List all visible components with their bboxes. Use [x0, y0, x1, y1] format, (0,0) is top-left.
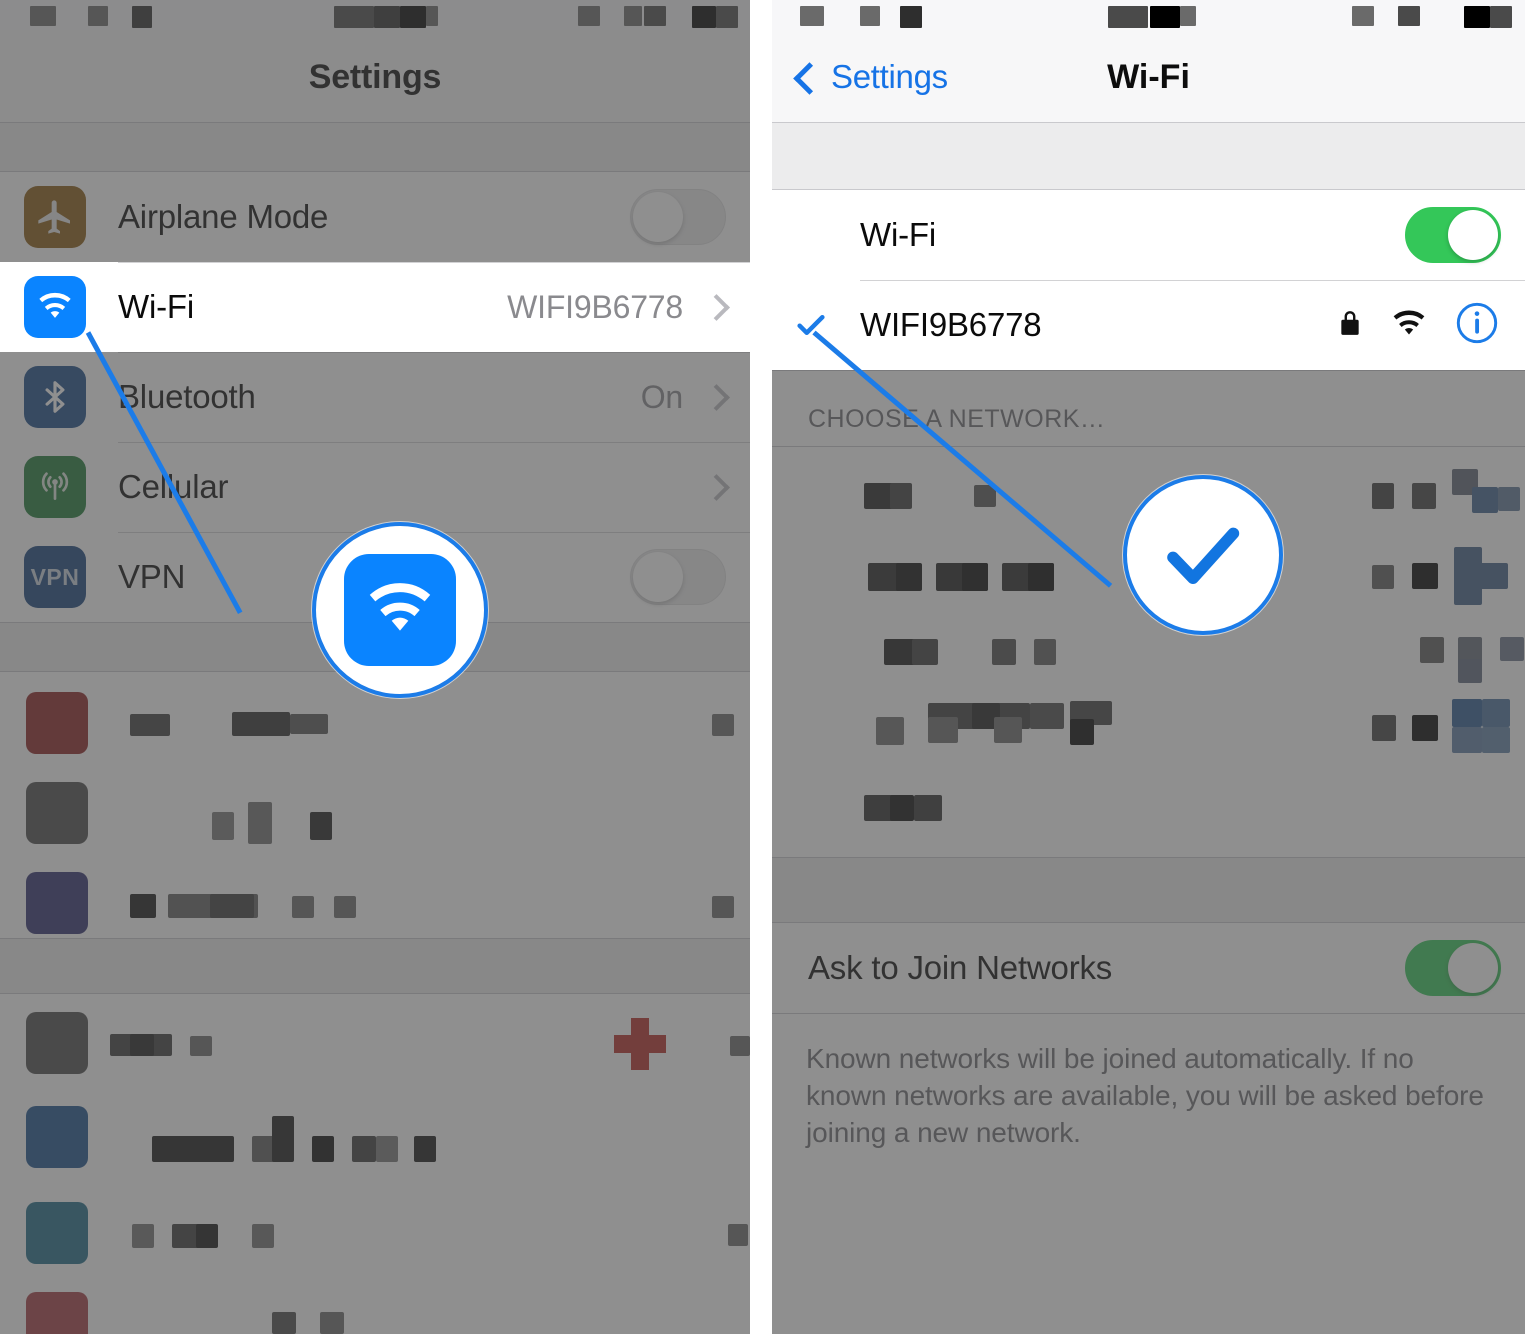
lock-icon	[1337, 307, 1363, 344]
wifi-signal-icon	[1389, 307, 1429, 344]
status-bar	[0, 0, 750, 30]
wifi-screen-panel: Settings Wi-Fi Wi-Fi WIFI9B6778 CHOOSE A…	[772, 0, 1525, 1334]
airplane-icon	[24, 186, 86, 248]
wifi-group: Wi-Fi WIFI9B6778	[772, 189, 1525, 371]
row-label: Bluetooth	[118, 378, 256, 415]
info-icon[interactable]	[1455, 301, 1499, 350]
chevron-right-icon	[703, 383, 730, 411]
wifi-icon-callout	[312, 522, 488, 698]
wifi-icon	[344, 554, 456, 666]
bluetooth-state: On	[640, 378, 683, 415]
ask-to-join-group: Ask to Join Networks	[772, 922, 1525, 1014]
connected-network-row[interactable]: WIFI9B6778	[772, 280, 1525, 370]
plus-icon	[614, 1018, 666, 1070]
checkmark-callout	[1123, 475, 1283, 635]
settings-screen-panel: Settings Airplane Mode Wi-Fi WIFI9B6778 …	[0, 0, 750, 1334]
ios-settings-screen: Settings Airplane Mode Wi-Fi WIFI9B6778 …	[0, 0, 750, 1334]
chevron-right-icon	[703, 473, 730, 501]
settings-row-airplane-mode[interactable]: Airplane Mode	[0, 172, 750, 262]
redacted-settings-group-2[interactable]	[0, 993, 750, 1334]
navigation-bar: Settings	[0, 30, 750, 123]
list-gap	[0, 123, 750, 171]
ask-to-join-toggle[interactable]	[1405, 940, 1501, 996]
chevron-right-icon	[703, 293, 730, 321]
settings-row-cellular[interactable]: Cellular	[0, 442, 750, 532]
ask-to-join-footnote: Known networks will be joined automatica…	[806, 1043, 1484, 1149]
cellular-icon	[24, 456, 86, 518]
settings-row-bluetooth[interactable]: Bluetooth On	[0, 352, 750, 442]
redacted-settings-group-1[interactable]	[0, 671, 750, 939]
wifi-toggle-row[interactable]: Wi-Fi	[772, 190, 1525, 280]
screenshot-root: Settings Airplane Mode Wi-Fi WIFI9B6778 …	[0, 0, 1525, 1334]
vpn-toggle[interactable]	[630, 549, 726, 605]
settings-row-wifi[interactable]: Wi-Fi WIFI9B6778	[0, 262, 750, 352]
bluetooth-icon	[24, 366, 86, 428]
list-gap	[0, 939, 750, 993]
vpn-icon: VPN	[24, 546, 86, 608]
wifi-current-network: WIFI9B6778	[507, 288, 683, 325]
row-label: VPN	[118, 558, 186, 595]
ios-wifi-screen: Settings Wi-Fi Wi-Fi WIFI9B6778 CHOOSE A…	[772, 0, 1525, 1334]
status-bar	[772, 0, 1525, 30]
wifi-icon	[24, 276, 86, 338]
choose-network-header: CHOOSE A NETWORK…	[808, 405, 1106, 433]
page-title: Settings	[308, 58, 442, 96]
row-label: Wi-Fi	[118, 288, 194, 325]
navigation-bar: Settings Wi-Fi	[772, 30, 1525, 123]
list-gap	[772, 123, 1525, 189]
page-title: Wi-Fi	[1107, 58, 1190, 96]
check-icon	[1155, 507, 1251, 603]
airplane-mode-toggle[interactable]	[630, 189, 726, 245]
row-label: Ask to Join Networks	[808, 949, 1113, 986]
ask-to-join-row[interactable]: Ask to Join Networks	[772, 923, 1525, 1013]
row-label: Airplane Mode	[118, 198, 329, 235]
network-name: WIFI9B6778	[860, 306, 1042, 343]
wifi-toggle[interactable]	[1405, 207, 1501, 263]
row-label: Wi-Fi	[860, 216, 936, 253]
list-gap	[772, 858, 1525, 922]
